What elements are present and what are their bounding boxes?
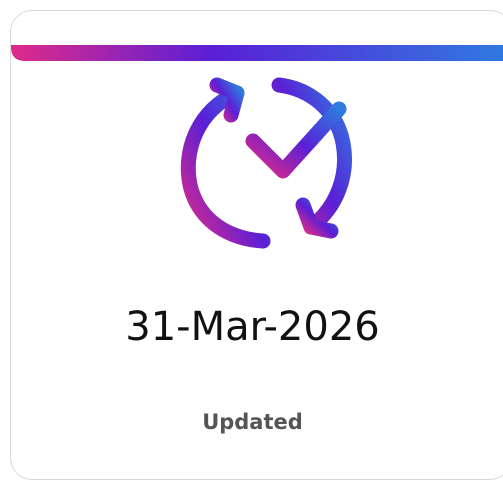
- updated-date: 31-Mar-2026: [125, 304, 380, 350]
- accent-bar: [11, 45, 503, 61]
- status-label: Updated: [202, 410, 303, 434]
- refresh-check-icon: [180, 77, 352, 249]
- update-status-card: 31-Mar-2026 Updated: [10, 10, 503, 480]
